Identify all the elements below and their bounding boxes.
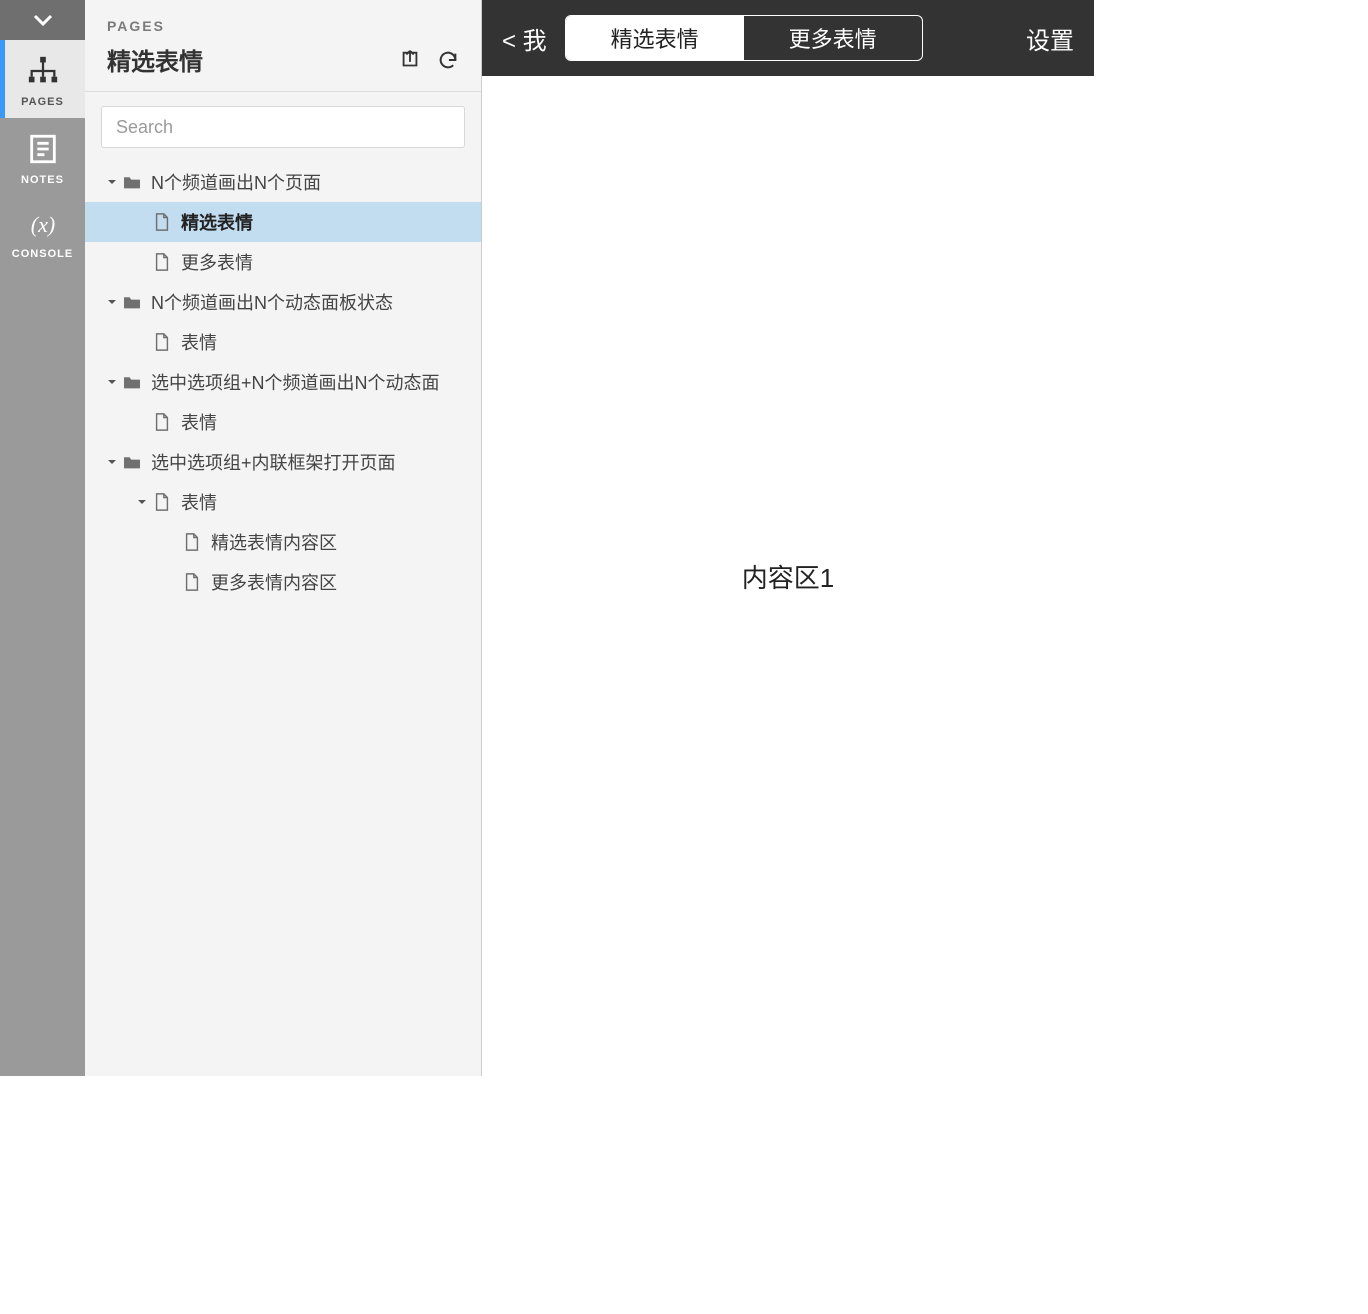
tree-item-label: 选中选项组+N个频道画出N个动态面 [151, 369, 440, 395]
disclosure-triangle-icon[interactable] [103, 296, 121, 308]
tree-item-label: 表情 [181, 409, 217, 435]
page-icon [151, 413, 173, 431]
nav-item-console[interactable]: (x) CONSOLE [0, 196, 85, 270]
back-button[interactable]: < 我 [502, 21, 547, 56]
page-icon [181, 533, 203, 551]
chevron-down-icon [31, 8, 55, 32]
nav-item-pages[interactable]: PAGES [0, 40, 85, 118]
settings-button[interactable]: 设置 [1026, 21, 1074, 56]
search-input[interactable] [101, 106, 465, 148]
tree-item-label: 表情 [181, 489, 217, 515]
tree-item-label: N个频道画出N个动态面板状态 [151, 289, 393, 315]
refresh-button[interactable] [437, 49, 459, 71]
tree-item-label: 更多表情内容区 [211, 569, 337, 595]
disclosure-triangle-icon[interactable] [103, 176, 121, 188]
tree-item-label: N个频道画出N个页面 [151, 169, 321, 195]
pages-panel: PAGES 精选表情 N个频道画出N个页面精选表情更多表情N个频道画出N个动态面… [85, 0, 482, 1076]
tab-featured[interactable]: 精选表情 [566, 16, 744, 60]
folder-icon [121, 174, 143, 190]
nav-label: CONSOLE [12, 248, 73, 260]
share-icon [399, 49, 421, 71]
page-title: 精选表情 [107, 42, 203, 77]
left-nav-bar: PAGES NOTES (x) CONSOLE [0, 0, 85, 1076]
page-icon [151, 333, 173, 351]
page-icon [151, 493, 173, 511]
tree-page[interactable]: 表情 [85, 322, 481, 362]
tree-page[interactable]: 精选表情内容区 [85, 522, 481, 562]
nav-label: PAGES [21, 96, 64, 108]
disclosure-triangle-icon[interactable] [133, 496, 151, 508]
tree-item-label: 精选表情内容区 [211, 529, 337, 555]
tree-item-label: 表情 [181, 329, 217, 355]
preview-topbar: < 我 精选表情更多表情 设置 [482, 0, 1094, 76]
page-tree: N个频道画出N个页面精选表情更多表情N个频道画出N个动态面板状态表情选中选项组+… [85, 162, 481, 1076]
preview-pane: < 我 精选表情更多表情 设置 内容区1 [482, 0, 1094, 1076]
tree-folder[interactable]: N个频道画出N个页面 [85, 162, 481, 202]
notes-icon [26, 132, 60, 166]
collapse-panel-button[interactable] [0, 0, 85, 40]
nav-label: NOTES [21, 174, 64, 186]
tree-page[interactable]: 更多表情 [85, 242, 481, 282]
folder-icon [121, 294, 143, 310]
tree-page[interactable]: 更多表情内容区 [85, 562, 481, 602]
nav-item-notes[interactable]: NOTES [0, 118, 85, 196]
tree-item-label: 更多表情 [181, 249, 253, 275]
page-icon [181, 573, 203, 591]
tree-folder[interactable]: 选中选项组+内联框架打开页面 [85, 442, 481, 482]
pages-panel-header: PAGES 精选表情 [85, 0, 481, 92]
console-icon: (x) [23, 210, 63, 240]
page-icon [151, 253, 173, 271]
folder-icon [121, 374, 143, 390]
tree-page[interactable]: 精选表情 [85, 202, 481, 242]
tab-more[interactable]: 更多表情 [744, 16, 922, 60]
tree-page[interactable]: 表情 [85, 482, 481, 522]
tree-folder[interactable]: N个频道画出N个动态面板状态 [85, 282, 481, 322]
tab-segmented-control: 精选表情更多表情 [565, 15, 923, 61]
preview-body: 内容区1 [482, 76, 1094, 1076]
tree-page[interactable]: 表情 [85, 402, 481, 442]
refresh-icon [437, 49, 459, 71]
svg-text:(x): (x) [30, 212, 54, 237]
preview-content-label: 内容区1 [742, 558, 834, 595]
disclosure-triangle-icon[interactable] [103, 376, 121, 388]
folder-icon [121, 454, 143, 470]
page-icon [151, 213, 173, 231]
pages-icon [26, 54, 60, 88]
panel-eyebrow: PAGES [107, 18, 459, 34]
tree-item-label: 选中选项组+内联框架打开页面 [151, 449, 396, 475]
disclosure-triangle-icon[interactable] [103, 456, 121, 468]
share-button[interactable] [399, 49, 421, 71]
tree-folder[interactable]: 选中选项组+N个频道画出N个动态面 [85, 362, 481, 402]
tree-item-label: 精选表情 [181, 209, 253, 235]
